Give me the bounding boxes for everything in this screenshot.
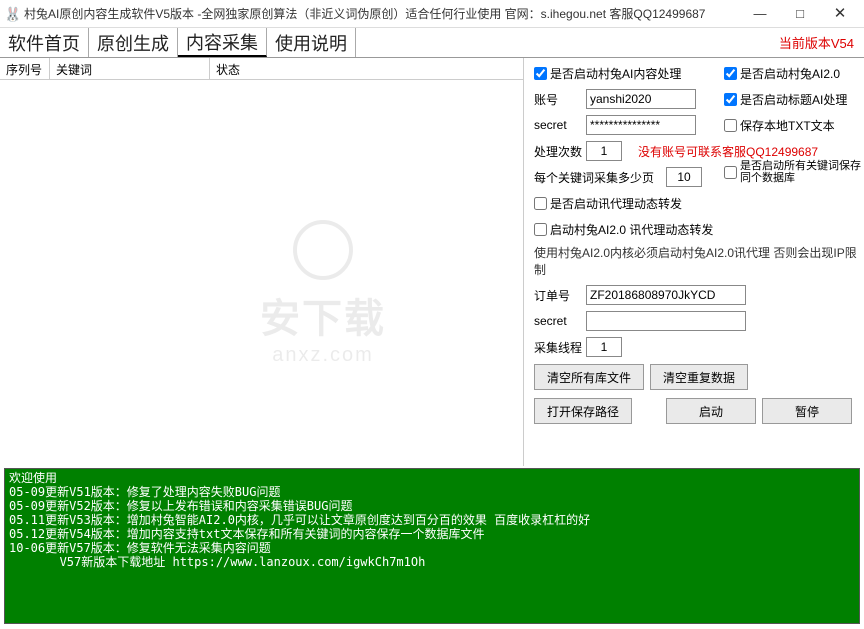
chk-proxy[interactable]: 是否启动讯代理动态转发: [534, 195, 682, 212]
pages-input[interactable]: [666, 167, 702, 187]
main-tabs: 软件首页 原创生成 内容采集 使用说明 当前版本V54: [0, 28, 864, 58]
chk-enable-ai[interactable]: 是否启动村兔AI内容处理: [534, 65, 681, 82]
title-bar: 🐰 村兔AI原创内容生成软件V5版本 -全网独家原创算法（非近义词伪原创）适合任…: [0, 0, 864, 28]
tab-home[interactable]: 软件首页: [0, 28, 89, 57]
settings-panel: 是否启动村兔AI内容处理 账号 secret 处理次数 没有账号可联系客服QQ1…: [524, 58, 864, 466]
tab-help[interactable]: 使用说明: [267, 28, 356, 57]
tab-collect[interactable]: 内容采集: [178, 28, 267, 57]
maximize-button[interactable]: □: [780, 2, 820, 26]
col-seq[interactable]: 序列号: [0, 58, 50, 79]
keyword-list-body[interactable]: [0, 80, 523, 466]
app-icon: 🐰: [4, 6, 20, 22]
threads-input[interactable]: [586, 337, 622, 357]
clear-dup-button[interactable]: 清空重复数据: [650, 364, 748, 390]
close-button[interactable]: ✕: [820, 2, 860, 26]
secret-input[interactable]: [586, 115, 696, 135]
chk-ai20-proxy[interactable]: 启动村兔AI2.0 讯代理动态转发: [534, 221, 713, 238]
tab-generate[interactable]: 原创生成: [89, 28, 178, 57]
account-label: 账号: [534, 91, 586, 108]
log-console[interactable]: 欢迎使用 05-09更新V51版本：修复了处理内容失败BUG问题 05-09更新…: [4, 468, 860, 624]
threads-label: 采集线程: [534, 339, 586, 356]
order-label: 订单号: [534, 287, 586, 304]
pages-label: 每个关键词采集多少页: [534, 169, 666, 186]
secret-label: secret: [534, 118, 586, 132]
account-input[interactable]: [586, 89, 696, 109]
start-button[interactable]: 启动: [666, 398, 756, 424]
col-status[interactable]: 状态: [210, 58, 523, 79]
chk-save-txt[interactable]: 保存本地TXT文本: [724, 117, 835, 134]
clear-lib-button[interactable]: 清空所有库文件: [534, 364, 644, 390]
count-label: 处理次数: [534, 143, 586, 160]
pause-button[interactable]: 暂停: [762, 398, 852, 424]
ai20-note: 使用村兔AI2.0内核必须启动村兔AI2.0讯代理 否则会出现IP限制: [534, 244, 858, 278]
count-input[interactable]: [586, 141, 622, 161]
version-label: 当前版本V54: [769, 28, 864, 57]
keyword-list-panel: 序列号 关键词 状态: [0, 58, 524, 466]
chk-title-ai[interactable]: 是否启动标题AI处理: [724, 91, 847, 108]
secret2-input[interactable]: [586, 311, 746, 331]
open-path-button[interactable]: 打开保存路径: [534, 398, 632, 424]
window-title: 村兔AI原创内容生成软件V5版本 -全网独家原创算法（非近义词伪原创）适合任何行…: [24, 5, 740, 22]
col-keyword[interactable]: 关键词: [50, 58, 210, 79]
chk-all-db[interactable]: 是否启动所有关键词保存同个数据库: [724, 160, 864, 184]
order-input[interactable]: [586, 285, 746, 305]
secret2-label: secret: [534, 314, 586, 328]
minimize-button[interactable]: —: [740, 2, 780, 26]
chk-ai20[interactable]: 是否启动村兔AI2.0: [724, 65, 840, 82]
